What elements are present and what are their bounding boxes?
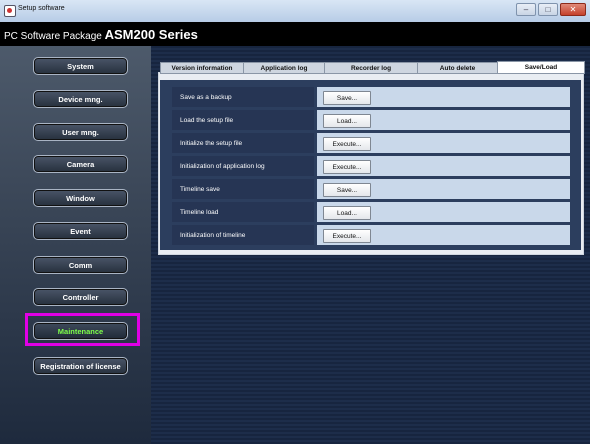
window-title: Setup software <box>18 5 65 12</box>
sidebar-item-controller[interactable]: Controller <box>33 288 128 306</box>
table-row: Initialize the setup file Execute... <box>172 133 570 153</box>
row-value-cell: Save... <box>317 87 570 107</box>
tab-bar: Version information Application log Reco… <box>160 61 585 74</box>
timeline-load-button[interactable]: Load... <box>323 206 371 220</box>
row-label: Initialization of timeline <box>172 225 314 245</box>
sidebar-item-camera[interactable]: Camera <box>33 155 128 173</box>
minimize-button[interactable]: – <box>516 3 536 16</box>
tab-version-information[interactable]: Version information <box>160 62 244 74</box>
window-title-bar: Setup software – □ ✕ <box>0 0 590 23</box>
table-row: Save as a backup Save... <box>172 87 570 107</box>
table-row: Initialization of timeline Execute... <box>172 225 570 245</box>
row-label: Initialize the setup file <box>172 133 314 153</box>
close-button[interactable]: ✕ <box>560 3 586 16</box>
window-controls: – □ ✕ <box>516 3 586 16</box>
app-header: PC Software Package ASM200 Series <box>0 22 590 46</box>
table-row: Load the setup file Load... <box>172 110 570 130</box>
product-name: ASM200 Series <box>104 27 198 42</box>
load-setup-button[interactable]: Load... <box>323 114 371 128</box>
row-value-cell: Execute... <box>317 156 570 176</box>
table-row: Timeline load Load... <box>172 202 570 222</box>
row-label: Load the setup file <box>172 110 314 130</box>
row-value-cell: Load... <box>317 110 570 130</box>
row-label: Initialization of application log <box>172 156 314 176</box>
sidebar-item-system[interactable]: System <box>33 57 128 75</box>
sidebar-item-user-mng[interactable]: User mng. <box>33 123 128 141</box>
tab-save-load[interactable]: Save/Load <box>497 61 585 74</box>
table-row: Initialization of application log Execut… <box>172 156 570 176</box>
product-prefix: PC Software Package <box>4 31 105 42</box>
row-value-cell: Load... <box>317 202 570 222</box>
table-row: Timeline save Save... <box>172 179 570 199</box>
sidebar-item-device-mng[interactable]: Device mng. <box>33 90 128 108</box>
row-value-cell: Execute... <box>317 133 570 153</box>
tab-application-log[interactable]: Application log <box>243 62 325 74</box>
row-value-cell: Save... <box>317 179 570 199</box>
tab-auto-delete[interactable]: Auto delete <box>417 62 498 74</box>
save-backup-button[interactable]: Save... <box>323 91 371 105</box>
maximize-button[interactable]: □ <box>538 3 558 16</box>
row-label: Timeline save <box>172 179 314 199</box>
sidebar-item-comm[interactable]: Comm <box>33 256 128 274</box>
selection-highlight <box>25 313 140 346</box>
row-label: Save as a backup <box>172 87 314 107</box>
tab-recorder-log[interactable]: Recorder log <box>324 62 418 74</box>
initialize-app-log-button[interactable]: Execute... <box>323 160 371 174</box>
timeline-save-button[interactable]: Save... <box>323 183 371 197</box>
row-label: Timeline load <box>172 202 314 222</box>
row-value-cell: Execute... <box>317 225 570 245</box>
sidebar-item-event[interactable]: Event <box>33 222 128 240</box>
sidebar-item-window[interactable]: Window <box>33 189 128 207</box>
sidebar-item-registration-of-license[interactable]: Registration of license <box>33 357 128 375</box>
initialize-timeline-button[interactable]: Execute... <box>323 229 371 243</box>
product-title: PC Software Package ASM200 Series <box>4 27 198 42</box>
initialize-setup-button[interactable]: Execute... <box>323 137 371 151</box>
app-icon <box>4 5 16 17</box>
